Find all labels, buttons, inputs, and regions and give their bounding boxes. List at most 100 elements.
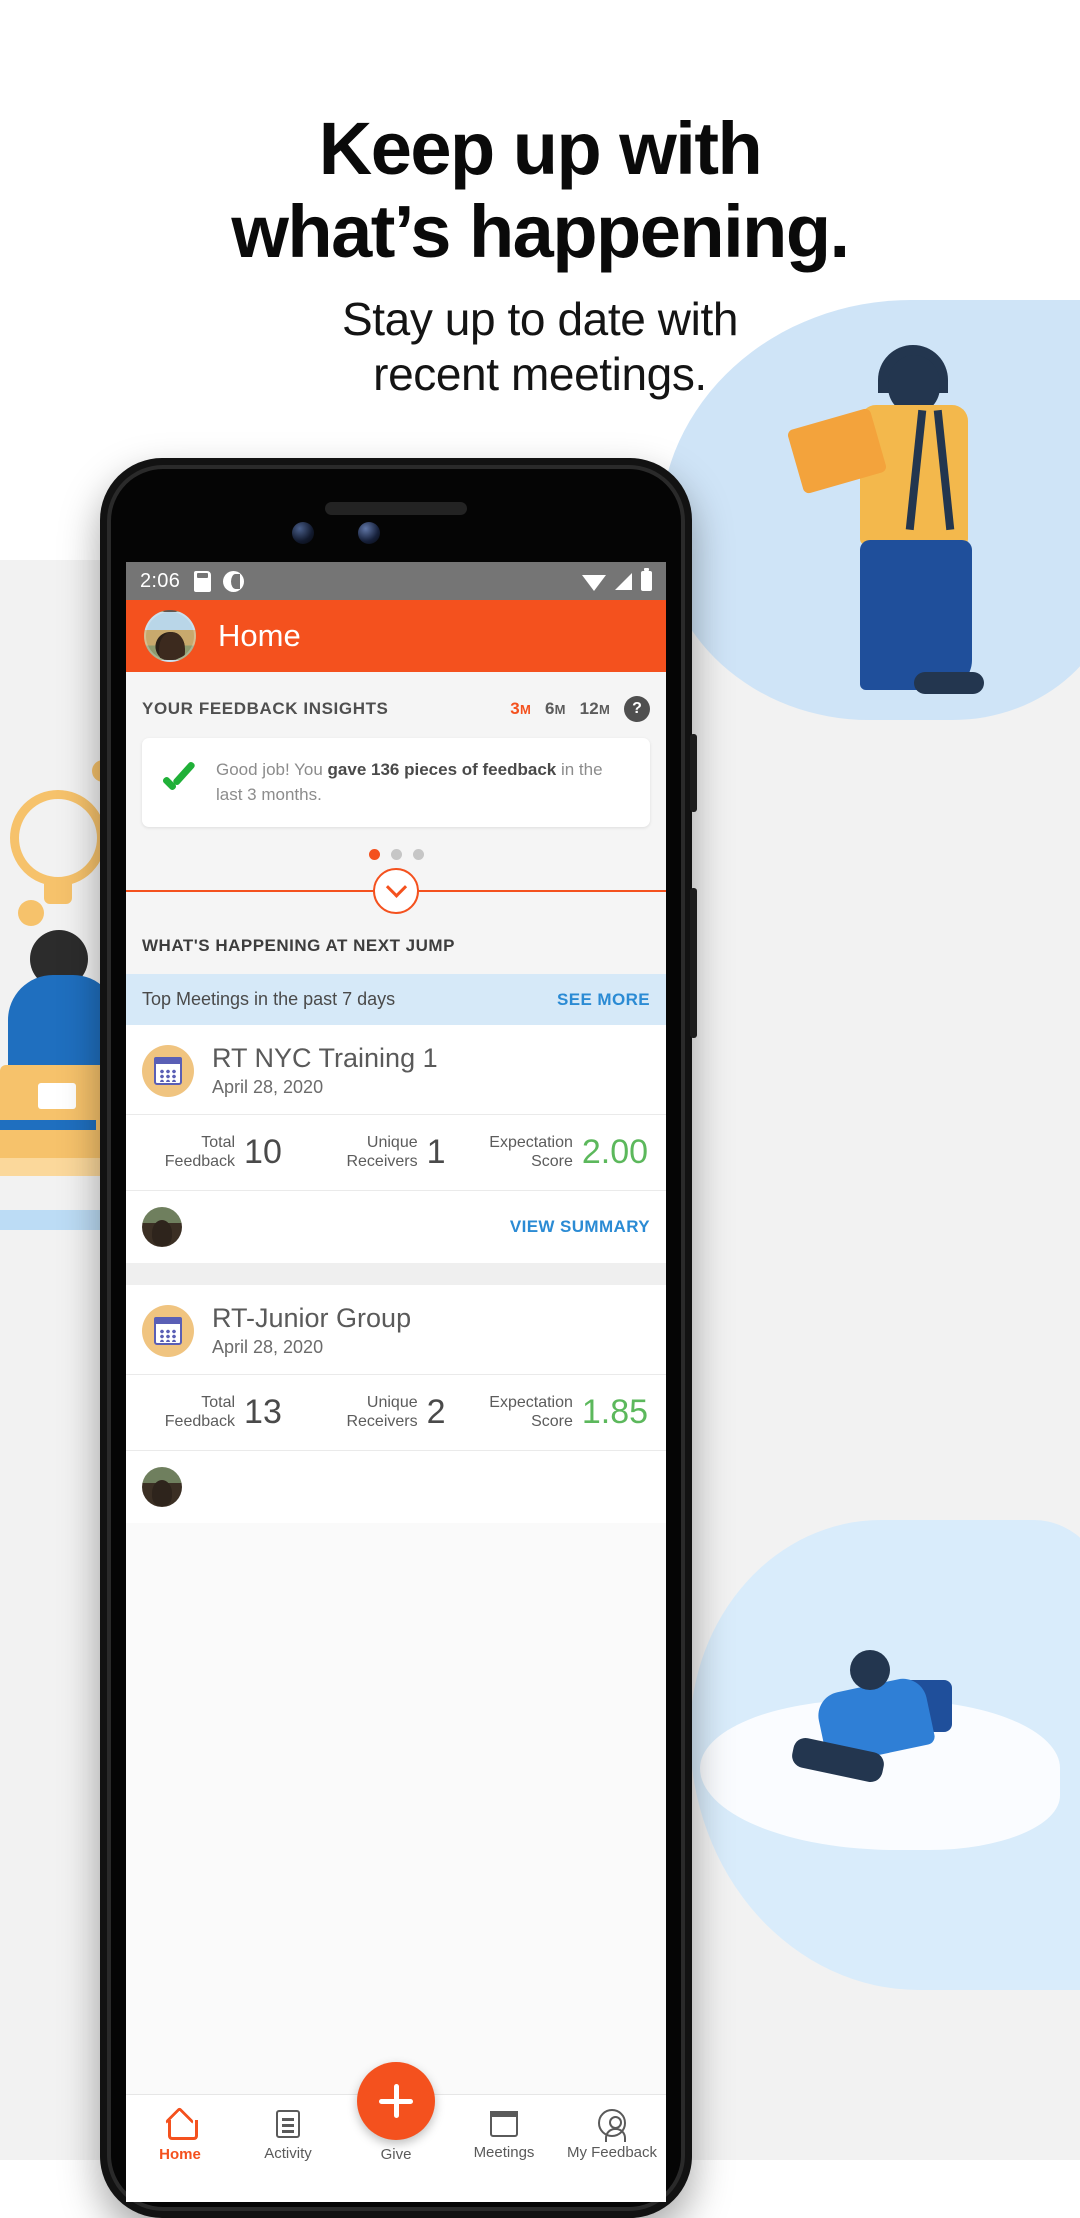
subhead-line-1: Stay up to date with (341, 293, 739, 345)
stat-label-line2: Score (531, 1412, 573, 1430)
meeting-separator (126, 1263, 666, 1286)
meeting-name: RT NYC Training 1 (212, 1043, 438, 1074)
stat-unique-receivers: Unique Receivers 1 (315, 1133, 478, 1172)
meeting-card[interactable]: RT-Junior Group April 28, 2020 Total Fee… (126, 1285, 666, 1524)
avatar[interactable] (144, 610, 196, 662)
insight-text-bold: gave 136 pieces of feedback (327, 760, 557, 779)
meeting-footer-row: VIEW SUMMARY (126, 1190, 666, 1263)
range-12m[interactable]: 12M (580, 699, 610, 719)
status-bar-left-icons (194, 570, 245, 592)
status-bar-right-icons (582, 568, 652, 591)
stat-unique-receivers: Unique Receivers 2 (315, 1393, 478, 1432)
decorative-dot-small (18, 900, 44, 926)
app-bar: Home (126, 600, 666, 672)
stat-expectation-score: Expectation Score 1.85 (487, 1393, 650, 1432)
stat-expectation-score: Expectation Score 2.00 (487, 1133, 650, 1172)
expand-divider (126, 868, 666, 915)
see-more-button[interactable]: SEE MORE (557, 990, 650, 1010)
meeting-info: RT-Junior Group April 28, 2020 (212, 1303, 411, 1358)
stat-value: 1.85 (581, 1393, 649, 1432)
page-title: Home (218, 618, 301, 653)
stat-label-line2: Feedback (164, 1152, 236, 1170)
status-bar: 2:06 (126, 562, 666, 600)
insight-text-before: Good job! You (216, 760, 328, 779)
wifi-icon (582, 575, 606, 591)
pager-dot-2[interactable] (390, 849, 402, 861)
person-icon (598, 2109, 626, 2142)
nav-label: My Feedback (566, 2144, 658, 2161)
stat-total-feedback: Total Feedback 13 (142, 1393, 305, 1432)
top-meetings-banner: Top Meetings in the past 7 days SEE MORE (126, 974, 666, 1026)
range-filter-group: 3M 6M 12M ? (510, 696, 650, 722)
phone-camera-1 (292, 522, 314, 544)
stat-label: Unique Receivers (346, 1394, 417, 1431)
meeting-header-row: RT NYC Training 1 April 28, 2020 (126, 1025, 666, 1114)
meeting-stats: Total Feedback 10 Unique Receivers 1 Exp… (126, 1114, 666, 1190)
calendar-icon (142, 1044, 194, 1097)
lightbulb-icon (10, 790, 106, 886)
stat-label: Expectation Score (489, 1394, 573, 1431)
meeting-card[interactable]: RT NYC Training 1 April 28, 2020 Total F… (126, 1025, 666, 1264)
stat-label-line1: Total (201, 1134, 236, 1152)
meeting-date: April 28, 2020 (212, 1337, 324, 1358)
green-check-icon (160, 768, 198, 798)
meeting-date: April 28, 2020 (212, 1077, 324, 1098)
illustration-person-head-bottom (850, 1650, 890, 1690)
stat-label: Total Feedback (165, 1394, 235, 1431)
subhead-line-2: recent meetings. (373, 348, 707, 401)
insights-header: YOUR FEEDBACK INSIGHTS 3M 6M 12M ? (126, 672, 666, 732)
nav-item-activity[interactable]: Activity (234, 2109, 342, 2162)
phone-earpiece-speaker (325, 502, 467, 515)
screen-content: YOUR FEEDBACK INSIGHTS 3M 6M 12M ? Good … (126, 672, 666, 1524)
phone-screen: 2:06 Home YOUR FEEDBACK INSIGHTS 3M 6M 1… (126, 562, 666, 2202)
pager-dot-3[interactable] (412, 849, 424, 861)
meeting-header-row: RT-Junior Group April 28, 2020 (126, 1285, 666, 1374)
stat-label: Total Feedback (165, 1134, 235, 1171)
participant-avatar[interactable] (142, 1467, 182, 1508)
expand-button[interactable] (373, 868, 419, 915)
stat-label-line1: Unique (366, 1394, 418, 1412)
laptop-screen-icon (38, 1083, 76, 1109)
meeting-info: RT NYC Training 1 April 28, 2020 (212, 1043, 438, 1098)
insight-card-text: Good job! You gave 136 pieces of feedbac… (216, 758, 632, 807)
stat-label-line2: Feedback (164, 1412, 236, 1430)
give-feedback-fab[interactable] (357, 2062, 435, 2140)
phone-volume-button[interactable] (690, 888, 697, 1038)
nav-label: Home (159, 2146, 201, 2163)
chevron-down-icon (385, 876, 407, 898)
illustration-person-legs-right (860, 540, 972, 690)
nav-item-meetings[interactable]: Meetings (450, 2109, 558, 2161)
headline-line-2: what’s happening. (231, 189, 850, 273)
stat-label-line1: Expectation (489, 1134, 573, 1152)
meeting-stats: Total Feedback 13 Unique Receivers 2 Exp… (126, 1374, 666, 1450)
stat-total-feedback: Total Feedback 10 (142, 1133, 305, 1172)
insight-card[interactable]: Good job! You gave 136 pieces of feedbac… (142, 738, 650, 828)
range-6m[interactable]: 6M (545, 699, 566, 719)
stat-value: 2 (426, 1393, 446, 1432)
phone-mockup: 2:06 Home YOUR FEEDBACK INSIGHTS 3M 6M 1… (100, 458, 697, 2218)
nav-item-my-feedback[interactable]: My Feedback (558, 2109, 666, 2161)
view-summary-button[interactable]: VIEW SUMMARY (510, 1217, 650, 1237)
nav-item-home[interactable]: Home (126, 2109, 234, 2163)
lightbulb-stem-icon (44, 884, 72, 904)
stat-label-line1: Total (201, 1394, 236, 1412)
calendar-icon (142, 1304, 194, 1357)
sd-card-icon (194, 570, 212, 592)
activity-icon (276, 2110, 300, 2138)
meeting-footer-row (126, 1450, 666, 1523)
phone-power-button[interactable] (690, 734, 697, 812)
pager-dot-1[interactable] (368, 849, 380, 861)
help-icon[interactable]: ? (624, 696, 650, 722)
nav-label: Give (380, 2146, 412, 2163)
range-3m[interactable]: 3M (510, 699, 531, 719)
top-meetings-label: Top Meetings in the past 7 days (142, 989, 396, 1010)
nav-label: Activity (264, 2145, 312, 2162)
stat-value: 2.00 (581, 1133, 649, 1172)
participant-avatar[interactable] (142, 1207, 182, 1248)
home-icon (165, 2109, 198, 2140)
meeting-name: RT-Junior Group (212, 1303, 412, 1334)
battery-icon (641, 568, 652, 591)
carousel-pager (126, 827, 666, 868)
stat-label: Unique Receivers (346, 1134, 417, 1171)
stat-label-line2: Receivers (346, 1152, 418, 1170)
